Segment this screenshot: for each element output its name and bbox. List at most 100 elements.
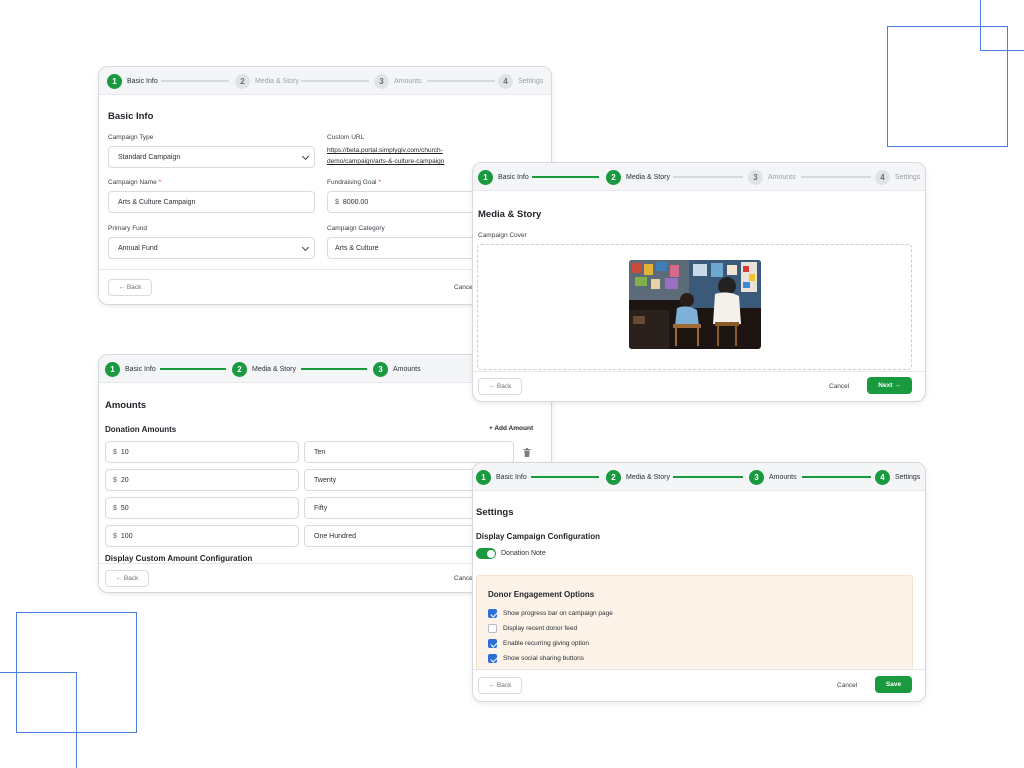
back-button[interactable]: ← Back xyxy=(478,378,522,395)
step-basic-info[interactable]: 1 Basic Info xyxy=(105,361,156,377)
step-basic-info[interactable]: 1 Basic Info xyxy=(476,469,527,485)
amount-input[interactable]: $50 xyxy=(105,497,299,519)
campaign-cover-dropzone[interactable] xyxy=(477,244,912,370)
step-label: Media & Story xyxy=(626,173,670,181)
step-connector xyxy=(673,176,743,178)
campaign-cover-image xyxy=(629,260,761,349)
campaign-type-select[interactable]: Standard Campaign xyxy=(108,146,315,168)
fundraising-goal-label: Fundraising Goal * xyxy=(327,179,381,186)
page-title: Amounts xyxy=(105,400,147,411)
option-checkbox[interactable] xyxy=(488,609,497,618)
chevron-down-icon xyxy=(301,243,310,252)
amount-label-input[interactable]: Ten xyxy=(304,441,514,463)
stepper: 1 Basic Info 2 Media & Story 3 Amounts 4… xyxy=(99,67,551,95)
campaign-category-label: Campaign Category xyxy=(327,225,385,232)
trash-icon[interactable] xyxy=(523,448,531,457)
back-button[interactable]: ← Back xyxy=(105,570,149,587)
option-checkbox[interactable] xyxy=(488,624,497,633)
option-label: Enable recurring giving option xyxy=(503,640,589,647)
step-basic-info[interactable]: 1 Basic Info xyxy=(107,73,158,89)
custom-url-label: Custom URL xyxy=(327,134,365,141)
step-label: Basic Info xyxy=(125,365,156,373)
page-title: Settings xyxy=(476,507,514,518)
step-label: Media & Story xyxy=(626,473,670,481)
step-label: Amounts xyxy=(394,77,422,85)
amount-input[interactable]: $10 xyxy=(105,441,299,463)
donation-note-toggle[interactable] xyxy=(476,548,496,559)
primary-fund-select[interactable]: Annual Fund xyxy=(108,237,315,259)
decor-square-bottom-left-small xyxy=(0,672,77,768)
step-label: Basic Info xyxy=(127,77,158,85)
step-number: 3 xyxy=(748,169,763,185)
amount-input[interactable]: $100 xyxy=(105,525,299,547)
cancel-button[interactable]: Cancel xyxy=(837,682,857,689)
add-amount-button[interactable]: + Add Amount xyxy=(489,425,533,432)
next-button[interactable]: Next → xyxy=(867,377,912,394)
stepper: 1 Basic Info 2 Media & Story 3 Amounts 4… xyxy=(473,463,925,491)
step-settings[interactable]: 4 Settings xyxy=(875,169,920,185)
option-checkbox[interactable] xyxy=(488,654,497,663)
step-settings[interactable]: 4 Settings xyxy=(498,73,543,89)
option-checkbox[interactable] xyxy=(488,639,497,648)
step-connector xyxy=(301,368,367,370)
option-label: Show social sharing buttons xyxy=(503,655,584,662)
step-media-story[interactable]: 2 Media & Story xyxy=(606,169,670,185)
step-number: 1 xyxy=(107,73,122,89)
fundraising-goal-input[interactable]: $ 8000.00 xyxy=(327,191,487,213)
campaign-category-select[interactable]: Arts & Culture xyxy=(327,237,487,259)
settings-card: 1 Basic Info 2 Media & Story 3 Amounts 4… xyxy=(472,462,926,702)
media-story-card: 1 Basic Info 2 Media & Story 3 Amounts 4… xyxy=(472,162,926,402)
campaign-name-input[interactable]: Arts & Culture Campaign xyxy=(108,191,315,213)
custom-amount-title: Display Custom Amount Configuration xyxy=(105,554,253,563)
step-connector xyxy=(301,80,369,82)
back-button[interactable]: ← Back xyxy=(108,279,152,296)
custom-url-link-line1[interactable]: https://beta.portal.simplygiv.com/church… xyxy=(327,146,443,156)
step-number: 3 xyxy=(374,73,389,89)
currency-prefix: $ xyxy=(335,198,339,206)
step-label: Amounts xyxy=(769,473,797,481)
step-number: 1 xyxy=(105,361,120,377)
step-media-story[interactable]: 2 Media & Story xyxy=(232,361,296,377)
step-amounts[interactable]: 3 Amounts xyxy=(374,73,422,89)
engagement-title: Donor Engagement Options xyxy=(488,590,595,599)
step-media-story[interactable]: 2 Media & Story xyxy=(235,73,299,89)
step-label: Amounts xyxy=(393,365,421,373)
stepper: 1 Basic Info 2 Media & Story 3 Amounts 4… xyxy=(473,163,925,191)
page-title: Media & Story xyxy=(478,209,542,220)
save-button[interactable]: Save xyxy=(875,676,912,693)
step-label: Basic Info xyxy=(498,173,529,181)
step-label: Basic Info xyxy=(496,473,527,481)
fundraising-goal-value: 8000.00 xyxy=(342,198,369,206)
step-connector xyxy=(802,476,871,478)
step-label: Settings xyxy=(895,173,921,181)
step-connector xyxy=(673,476,743,478)
campaign-name-label: Campaign Name * xyxy=(108,179,162,186)
campaign-type-value: Standard Campaign xyxy=(118,153,181,161)
chevron-down-icon xyxy=(301,152,310,161)
step-amounts[interactable]: 3 Amounts xyxy=(749,469,797,485)
display-config-title: Display Campaign Configuration xyxy=(476,532,601,541)
decor-square-top-right-small xyxy=(980,0,1024,51)
campaign-category-value: Arts & Culture xyxy=(335,244,379,252)
step-media-story[interactable]: 2 Media & Story xyxy=(606,469,670,485)
cancel-button[interactable]: Cance xyxy=(454,284,473,291)
step-settings[interactable]: 4 Settings xyxy=(875,469,920,485)
cancel-button[interactable]: Cancel xyxy=(829,383,849,390)
step-amounts[interactable]: 3 Amounts xyxy=(373,361,421,377)
step-number: 1 xyxy=(478,169,493,185)
amount-input[interactable]: $20 xyxy=(105,469,299,491)
donation-amounts-title: Donation Amounts xyxy=(105,425,177,434)
option-label: Show progress bar on campaign page xyxy=(503,610,613,617)
back-button[interactable]: ← Back xyxy=(478,677,522,694)
primary-fund-value: Annual Fund xyxy=(118,244,158,252)
cancel-button[interactable]: Cance xyxy=(454,575,473,582)
step-connector xyxy=(160,368,226,370)
step-connector xyxy=(532,176,599,178)
step-label: Settings xyxy=(895,473,921,481)
step-basic-info[interactable]: 1 Basic Info xyxy=(478,169,529,185)
custom-url-link-line2[interactable]: demo/campaign/arts-&-culture-campaign xyxy=(327,157,444,167)
step-label: Amounts xyxy=(768,173,796,181)
donation-note-label: Donation Note xyxy=(501,550,546,557)
step-number: 1 xyxy=(476,469,491,485)
step-amounts[interactable]: 3 Amounts xyxy=(748,169,796,185)
